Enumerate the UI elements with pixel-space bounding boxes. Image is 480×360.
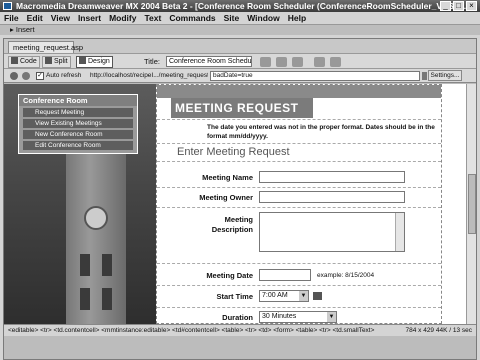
design-label: Design (88, 58, 110, 65)
date-example: example: 8/15/2004 (317, 272, 375, 279)
file-management-icon[interactable] (260, 57, 271, 67)
tag-selector-bar: <editable> <tr> <td.contentcell> <mmtins… (4, 324, 476, 336)
meeting-owner-input[interactable] (259, 191, 405, 203)
code-icon (11, 57, 18, 64)
tower-window (102, 254, 112, 276)
tag-selector[interactable]: <editable> <tr> <td.contentcell> <mmtins… (8, 327, 374, 334)
params-dropdown-icon[interactable] (422, 72, 427, 80)
row-divider (157, 285, 441, 286)
design-icon (79, 57, 86, 64)
tower-window (80, 254, 90, 276)
auto-refresh-checkbox[interactable]: ✓ (36, 72, 44, 80)
debug-icon[interactable] (292, 57, 303, 67)
stop-icon[interactable] (10, 72, 18, 80)
split-icon (45, 57, 52, 64)
window-title: Macromedia Dreamweaver MX 2004 Beta 2 - … (0, 0, 480, 12)
split-view-button[interactable]: Split (42, 56, 71, 68)
live-data-bar: ✓ Auto refresh http://localhost/recipeI.… (4, 69, 476, 83)
meeting-name-label: Meeting Name (202, 173, 253, 182)
start-time-value: 7:00 AM (262, 292, 288, 299)
url-params-input[interactable]: badDate=true (210, 71, 420, 81)
start-time-select[interactable]: 7:00 AM ▼ (259, 290, 309, 302)
code-label: Code (20, 58, 37, 65)
row-divider (157, 143, 441, 144)
menu-window[interactable]: Window (243, 13, 284, 23)
nav-item-request-meeting[interactable]: Request Meeting (23, 108, 133, 118)
preview-icon[interactable] (276, 57, 287, 67)
clock-face (84, 206, 108, 230)
refresh-icon[interactable] (314, 57, 325, 67)
scrollbar-thumb[interactable] (468, 174, 476, 234)
menu-bar: File Edit View Insert Modify Text Commands Site… (0, 12, 480, 24)
row-divider (157, 161, 441, 162)
textarea-scrollbar[interactable] (395, 213, 404, 251)
menu-text[interactable]: Text (140, 13, 165, 23)
row-divider (157, 263, 441, 264)
meeting-description-textarea[interactable] (259, 212, 405, 252)
document-tab[interactable]: meeting_request.asp (8, 41, 83, 53)
insert-bar[interactable]: ▸ Insert (0, 24, 480, 35)
split-label: Split (54, 58, 68, 65)
design-canvas[interactable]: Conference Room Request Meeting View Exi… (4, 84, 466, 324)
meeting-description-label-1: Meeting (224, 215, 253, 224)
nav-item-view-meetings[interactable]: View Existing Meetings (23, 119, 133, 129)
nav-heading: Conference Room (19, 95, 137, 106)
form-header-bar (157, 85, 441, 98)
menu-insert[interactable]: Insert (74, 13, 105, 23)
menu-edit[interactable]: Edit (23, 13, 47, 23)
error-message: The date you entered was not in the prop… (207, 124, 435, 140)
code-view-button[interactable]: Code (8, 56, 40, 68)
insert-bar-label: Insert (15, 25, 35, 34)
maximize-button[interactable]: □ (453, 1, 464, 11)
minimize-button[interactable]: _ (440, 1, 451, 11)
vertical-scrollbar[interactable] (466, 84, 476, 324)
menu-help[interactable]: Help (284, 13, 310, 23)
view-options-icon[interactable] (330, 57, 341, 67)
design-view-button[interactable]: Design (76, 56, 113, 68)
row-divider (157, 207, 441, 208)
row-divider (157, 307, 441, 308)
meeting-date-label: Meeting Date (206, 271, 253, 280)
close-button[interactable]: × (466, 1, 477, 11)
nav-item-edit-room[interactable]: Edit Conference Room (23, 141, 133, 151)
form-subheading: Enter Meeting Request (177, 146, 290, 158)
chevron-down-icon: ▼ (327, 312, 336, 322)
menu-commands[interactable]: Commands (165, 13, 219, 23)
meeting-owner-label: Meeting Owner (199, 193, 253, 202)
duration-value: 30 Minutes (262, 313, 297, 320)
row-divider (157, 187, 441, 188)
menu-modify[interactable]: Modify (105, 13, 140, 23)
nav-item-new-room[interactable]: New Conference Room (23, 130, 133, 140)
settings-button[interactable]: Settings... (428, 70, 462, 81)
document-tab-row: meeting_request.asp (4, 39, 476, 53)
document-window: meeting_request.asp Code Split Design Ti… (3, 38, 477, 360)
meeting-name-input[interactable] (259, 171, 405, 183)
duration-label: Duration (222, 313, 253, 322)
sidebar-nav: Conference Room Request Meeting View Exi… (18, 94, 138, 154)
meeting-request-form: MEETING REQUEST The date you entered was… (156, 84, 442, 324)
meeting-date-input[interactable] (259, 269, 311, 281)
duration-select[interactable]: 30 Minutes ▼ (259, 311, 337, 323)
chevron-down-icon: ▼ (299, 291, 308, 301)
live-url: http://localhost/recipeI.../meeting_requ… (90, 72, 208, 79)
calendar-icon[interactable] (313, 292, 322, 300)
menu-site[interactable]: Site (220, 13, 244, 23)
title-label: Title: (144, 57, 160, 66)
meeting-description-label-2: Description (211, 225, 253, 234)
page-title-input[interactable]: Conference Room Scheduler (166, 56, 252, 67)
auto-refresh-label: Auto refresh (46, 72, 82, 79)
menu-file[interactable]: File (0, 13, 23, 23)
document-toolbar: Code Split Design Title: Conference Room… (4, 53, 476, 69)
refresh-live-icon[interactable] (22, 72, 30, 80)
status-info: 784 x 429 44K / 13 sec (405, 327, 473, 334)
row-divider (157, 119, 441, 120)
start-time-label: Start Time (216, 292, 253, 301)
tower-window (102, 288, 112, 310)
tower-window (80, 288, 90, 310)
form-heading: MEETING REQUEST (171, 98, 313, 118)
app-icon (3, 2, 12, 10)
menu-view[interactable]: View (47, 13, 74, 23)
